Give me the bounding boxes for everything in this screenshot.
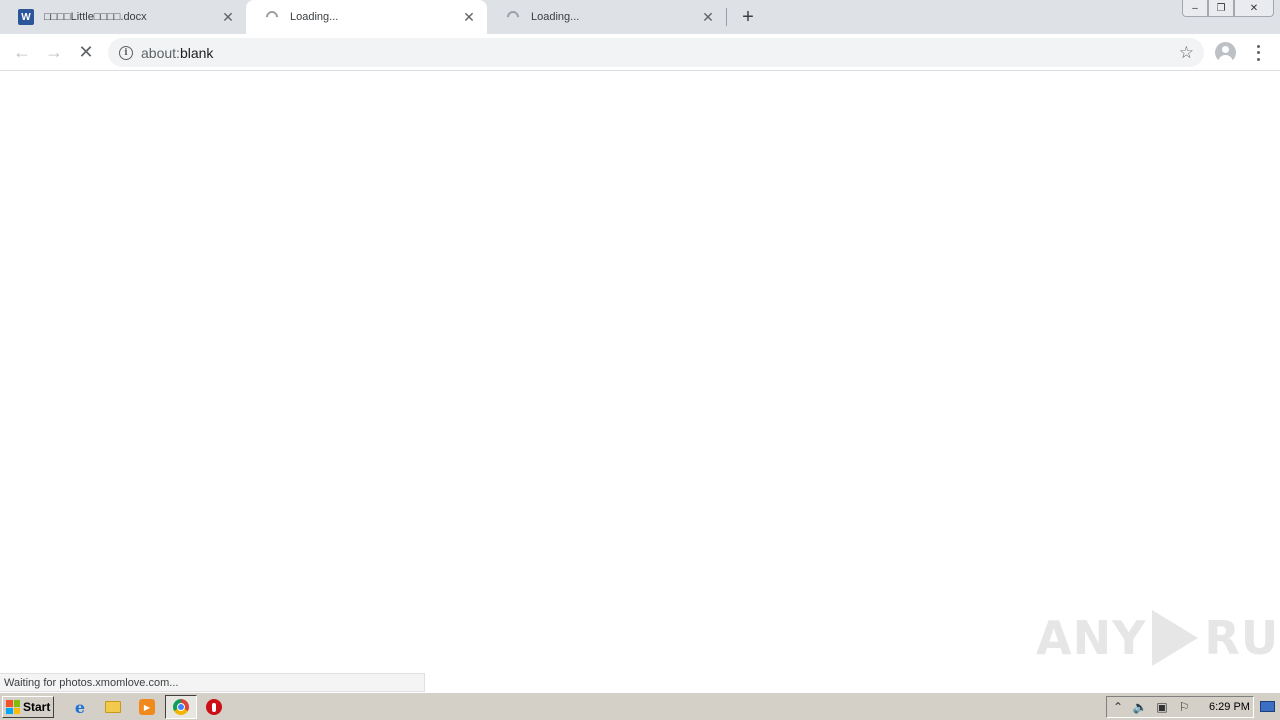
status-bubble: Waiting for photos.xmomlove.com... xyxy=(0,673,425,692)
profile-avatar-icon[interactable] xyxy=(1215,42,1236,63)
chrome-taskbar-button[interactable] xyxy=(165,695,197,719)
tab-close-icon[interactable]: ✕ xyxy=(461,9,477,25)
watermark-play-icon xyxy=(1152,610,1199,666)
bookmark-star-icon[interactable]: ☆ xyxy=(1179,43,1194,63)
url-path: blank xyxy=(179,44,214,61)
browser-toolbar: ← → ✕ i about:blank ☆ xyxy=(0,34,1280,71)
watermark-left: ANY xyxy=(1036,611,1147,665)
watermark-right: RUN xyxy=(1204,611,1280,665)
tab-separator xyxy=(726,8,727,26)
internet-explorer-icon[interactable]: e xyxy=(71,698,89,717)
show-desktop-button[interactable] xyxy=(1258,697,1276,715)
tab-loading-1[interactable]: Loading... ✕ xyxy=(246,0,487,34)
forward-button[interactable]: → xyxy=(42,40,66,64)
address-bar[interactable]: i about:blank ☆ xyxy=(108,38,1204,67)
back-button[interactable]: ← xyxy=(10,40,34,64)
tab-close-icon[interactable]: ✕ xyxy=(220,9,236,25)
media-player-icon[interactable]: ▶ xyxy=(138,698,156,716)
window-controls: – ❐ ✕ xyxy=(1182,0,1274,18)
word-doc-icon: W xyxy=(18,9,34,25)
tray-chevron-icon[interactable]: ⌃ xyxy=(1107,697,1129,717)
loading-spinner-icon xyxy=(504,8,522,26)
restore-button[interactable]: ❐ xyxy=(1208,0,1234,17)
tab-title: Loading... xyxy=(290,11,339,23)
volume-icon[interactable]: 🔈 xyxy=(1129,697,1151,717)
start-label: Start xyxy=(23,700,51,714)
site-info-icon[interactable]: i xyxy=(119,45,133,60)
action-center-flag-icon[interactable]: ⚐ xyxy=(1173,697,1195,717)
minimize-button[interactable]: – xyxy=(1182,0,1208,17)
tab-strip: W □□□□Little□□□□.docx ✕ Loading... ✕ Loa… xyxy=(0,0,1280,34)
clock[interactable]: 6:29 PM xyxy=(1209,701,1250,713)
system-tray: ⌃ 🔈 ▣ ⚐ 6:29 PM xyxy=(1106,696,1254,718)
new-tab-button[interactable]: + xyxy=(736,5,760,29)
page-content xyxy=(0,72,1280,692)
network-icon[interactable]: ▣ xyxy=(1151,697,1173,717)
address-url[interactable]: about:blank xyxy=(141,45,213,61)
file-explorer-icon[interactable] xyxy=(104,698,122,716)
url-scheme: about: xyxy=(141,44,180,61)
start-button[interactable]: Start xyxy=(2,696,54,718)
taskbar: Start e ▶ ⌃ 🔈 ▣ ⚐ 6:29 PM xyxy=(0,692,1280,720)
tab-loading-2[interactable]: Loading... ✕ xyxy=(487,0,726,34)
close-window-button[interactable]: ✕ xyxy=(1234,0,1274,17)
avatar-body xyxy=(1218,55,1233,63)
tab-title: □□□□Little□□□□.docx xyxy=(44,11,147,23)
windows-logo-icon xyxy=(6,700,20,714)
chrome-icon xyxy=(173,699,189,715)
tab-word-document[interactable]: W □□□□Little□□□□.docx ✕ xyxy=(0,0,246,34)
anyrun-watermark: ANY RUN xyxy=(1036,606,1280,670)
avatar-head xyxy=(1222,46,1229,53)
browser-menu-icon[interactable] xyxy=(1250,43,1266,63)
opera-icon[interactable] xyxy=(205,698,223,716)
loading-spinner-icon xyxy=(263,8,281,26)
stop-loading-button[interactable]: ✕ xyxy=(74,40,98,64)
tab-title: Loading... xyxy=(531,11,580,23)
tab-close-icon[interactable]: ✕ xyxy=(700,9,716,25)
